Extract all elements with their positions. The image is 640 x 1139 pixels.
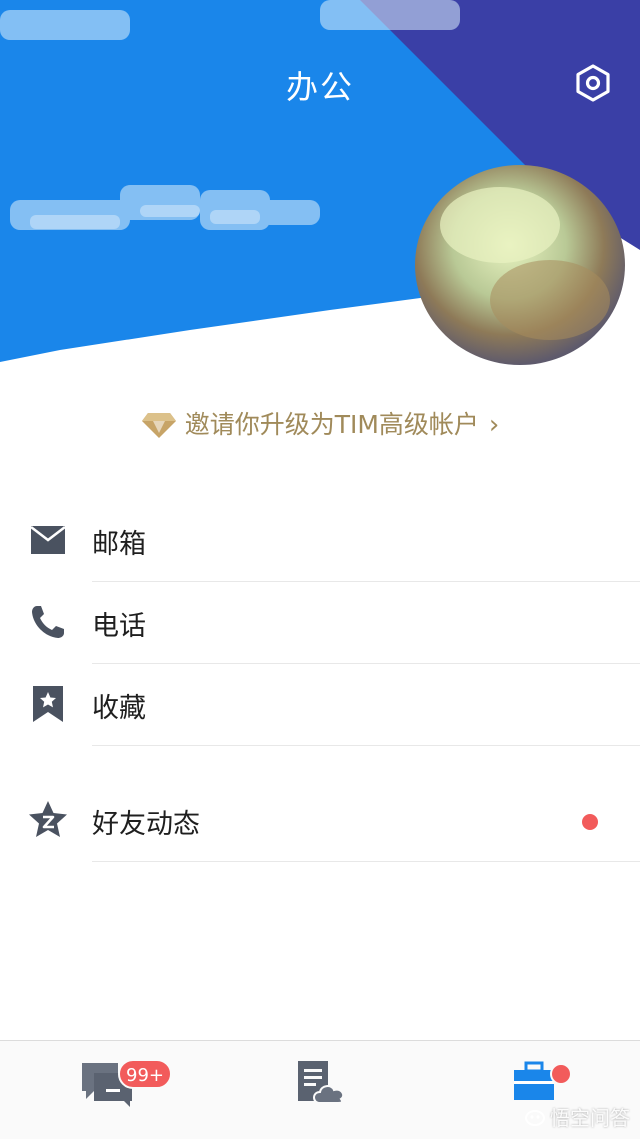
bookmark-star-icon: [33, 686, 63, 722]
divider: [92, 861, 640, 862]
menu-item-phone[interactable]: 电话: [0, 582, 640, 664]
invite-text: 邀请你升级为TIM高级帐户: [184, 410, 479, 439]
briefcase-icon: [514, 1061, 554, 1100]
wukong-logo-icon: [525, 1109, 545, 1126]
header-banner: 办公: [0, 0, 640, 380]
phone-icon: [32, 606, 64, 638]
unread-badge: 99+: [118, 1059, 172, 1089]
page-title: 办公: [285, 68, 354, 106]
upgrade-invite-link[interactable]: 邀请你升级为TIM高级帐户 ›: [0, 404, 640, 446]
settings-button[interactable]: [572, 62, 614, 104]
menu-item-friend-feed[interactable]: 好友动态: [0, 780, 640, 862]
notification-dot: [550, 1063, 572, 1085]
watermark: 悟空问答: [524, 1102, 630, 1131]
menu-label-favorites: 收藏: [92, 693, 146, 724]
divider: [92, 745, 640, 746]
menu-label-phone: 电话: [92, 611, 146, 642]
watermark-text: 悟空问答: [550, 1106, 630, 1130]
mail-icon: [30, 526, 66, 554]
chevron-right-icon: ›: [488, 410, 500, 440]
header-artwork: [0, 0, 640, 380]
menu-label-friend-feed: 好友动态: [92, 809, 200, 840]
menu-label-mail: 邮箱: [92, 529, 146, 560]
bottom-tab-bar: 99+ 悟空问答: [0, 1040, 640, 1139]
settings-hexagon-icon: [576, 64, 610, 102]
qzone-star-icon: [29, 801, 67, 837]
diamond-icon: [141, 413, 176, 438]
menu-item-favorites[interactable]: 收藏: [0, 664, 640, 746]
notification-dot: [582, 814, 598, 830]
menu-item-mail[interactable]: 邮箱: [0, 500, 640, 582]
doc-cloud-icon: [298, 1061, 345, 1104]
tab-documents[interactable]: [296, 1059, 356, 1119]
